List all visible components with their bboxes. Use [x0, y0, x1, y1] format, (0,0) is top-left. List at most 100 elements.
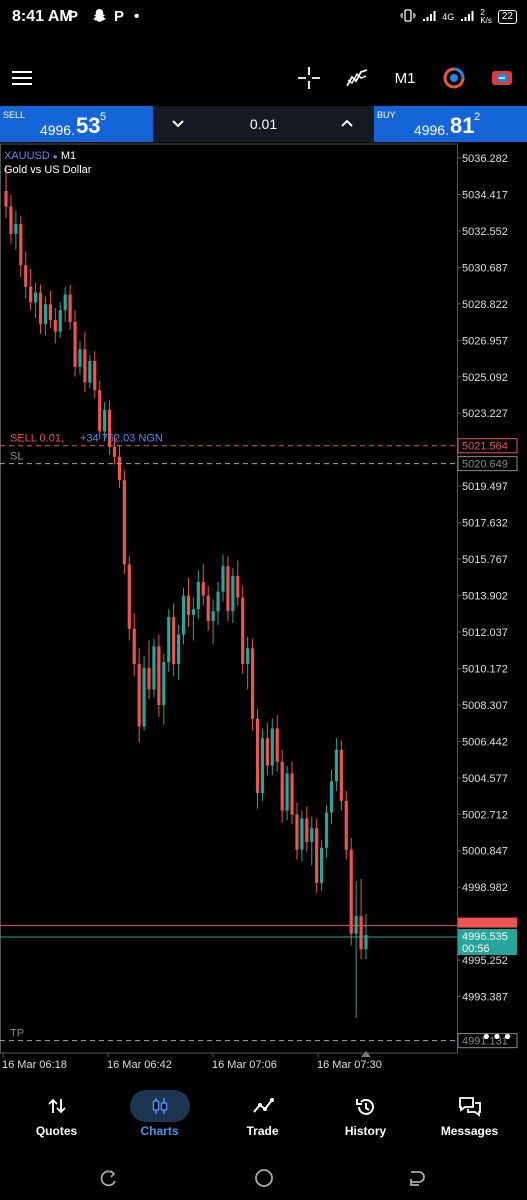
home-button[interactable] [254, 1168, 274, 1193]
one-click-trade-button[interactable] [485, 60, 519, 96]
notification-p-icon: P [68, 8, 79, 25]
one-click-trade-icon [492, 71, 512, 85]
crosshair-button[interactable] [292, 60, 326, 96]
order-line-label: SELL 0.01, [10, 433, 64, 445]
indicators-button[interactable] [340, 60, 374, 96]
network-type: 4G [442, 12, 455, 22]
candle-body [147, 667, 151, 690]
recents-icon [100, 1170, 116, 1187]
vibrate-icon [399, 9, 417, 25]
candle-body [137, 663, 141, 727]
status-bar: 8:41 AM P P • 4G 2 K/s 22 [0, 0, 527, 36]
nav-trade[interactable]: Trade [210, 1080, 315, 1156]
price-chart[interactable]: 5036.282 5034.417 5032.552 5030.687 5028.822… [0, 142, 527, 1090]
candle-body [354, 916, 358, 934]
candle-body [78, 349, 82, 367]
candle-body [334, 750, 339, 782]
trend-line-icon [252, 1098, 274, 1113]
candle-body [83, 349, 87, 383]
objects-button[interactable] [437, 60, 471, 96]
timeframe-button[interactable]: M1 [388, 60, 422, 96]
nav-messages[interactable]: Messages [417, 1080, 522, 1156]
symbol-timeframe: M1 [60, 150, 77, 162]
history-icon [355, 1098, 374, 1115]
trade-panel: SELL 4996. 53 5 0.01 BUY 4996. 81 2 [0, 106, 527, 142]
y-tick-label: 5004.577 [462, 773, 508, 785]
candle-body [29, 286, 33, 303]
candle-body [9, 206, 13, 234]
bar-timer-label: 00:56 [462, 943, 490, 955]
candle-body [98, 390, 102, 432]
candle-body [19, 224, 23, 266]
y-tick-label: 5012.037 [462, 627, 508, 639]
candle-body [280, 761, 284, 811]
y-tick-label: 5002.712 [462, 809, 508, 821]
candle-body [270, 728, 274, 766]
candle-body [43, 304, 48, 324]
nav-trade-label: Trade [246, 1124, 279, 1138]
menu-button[interactable] [4, 60, 40, 96]
buy-button[interactable]: BUY 4996. 81 2 [374, 106, 527, 142]
candle-body [226, 566, 230, 612]
nav-history-label: History [344, 1124, 387, 1138]
symbol-name: XAUUSD [4, 150, 50, 162]
y-tick-label: 4998.982 [462, 882, 508, 894]
candle-body [48, 304, 52, 320]
candle-body [275, 728, 279, 762]
candle-body [349, 849, 353, 934]
volume-increase-button[interactable] [340, 116, 354, 135]
snapchat-icon [92, 8, 107, 27]
notification-p-icon-2: P [114, 8, 125, 25]
signal-icon [422, 10, 436, 25]
y-tick-label: 5006.442 [462, 736, 508, 748]
candle-body [103, 409, 107, 432]
candle-body [33, 292, 38, 303]
sl-label: SL [10, 451, 23, 463]
candle-body [206, 595, 210, 621]
candle-body [305, 818, 309, 842]
candle-body [162, 662, 166, 706]
candle-body [211, 611, 215, 621]
status-indicators: 4G 2 K/s 22 [399, 9, 517, 25]
indicator-wave-icon [346, 69, 368, 87]
candle-body [157, 646, 161, 706]
symbol-header: XAUUSD ● M1 [4, 150, 76, 162]
notification-dot-icon: • [134, 8, 140, 25]
back-icon [410, 1171, 425, 1186]
nav-charts[interactable]: Charts [107, 1080, 212, 1156]
buy-price-sup: 2 [474, 111, 481, 123]
candle-body [265, 738, 269, 766]
sell-price-sup: 5 [100, 111, 107, 123]
candle-body [241, 597, 245, 664]
candle-body [201, 581, 205, 596]
candle-body [324, 812, 329, 848]
candle-body [260, 738, 265, 794]
sell-price-big: 53 [76, 113, 101, 138]
candle-body [300, 818, 304, 850]
candle-body [329, 781, 334, 813]
status-time: 8:41 AM [12, 8, 73, 25]
candle-body [221, 566, 225, 592]
nav-quotes[interactable]: Quotes [4, 1080, 109, 1156]
sl-price-label: 5020.649 [462, 459, 508, 471]
crosshair-icon [298, 67, 320, 89]
candle-body [186, 595, 191, 616]
candle-body [231, 576, 235, 612]
nav-history[interactable]: History [313, 1080, 418, 1156]
hamburger-icon [12, 71, 32, 85]
recents-button[interactable] [100, 1170, 118, 1193]
system-navigation [0, 1156, 527, 1200]
y-tick-label: 4993.387 [462, 992, 508, 1004]
back-button[interactable] [408, 1170, 426, 1193]
candle-body [68, 294, 72, 322]
buy-price-big: 81 [450, 113, 475, 138]
candle-body [14, 224, 18, 234]
candle-body [24, 265, 28, 287]
candle-body [127, 564, 131, 629]
x-tick-label: 16 Mar 07:06 [212, 1059, 277, 1071]
y-tick-label: 5015.767 [462, 554, 508, 566]
sell-button[interactable]: SELL 4996. 53 5 [0, 106, 153, 142]
candle-body [295, 814, 299, 850]
candle-body [58, 310, 62, 332]
y-tick-label: 5017.632 [462, 518, 508, 530]
